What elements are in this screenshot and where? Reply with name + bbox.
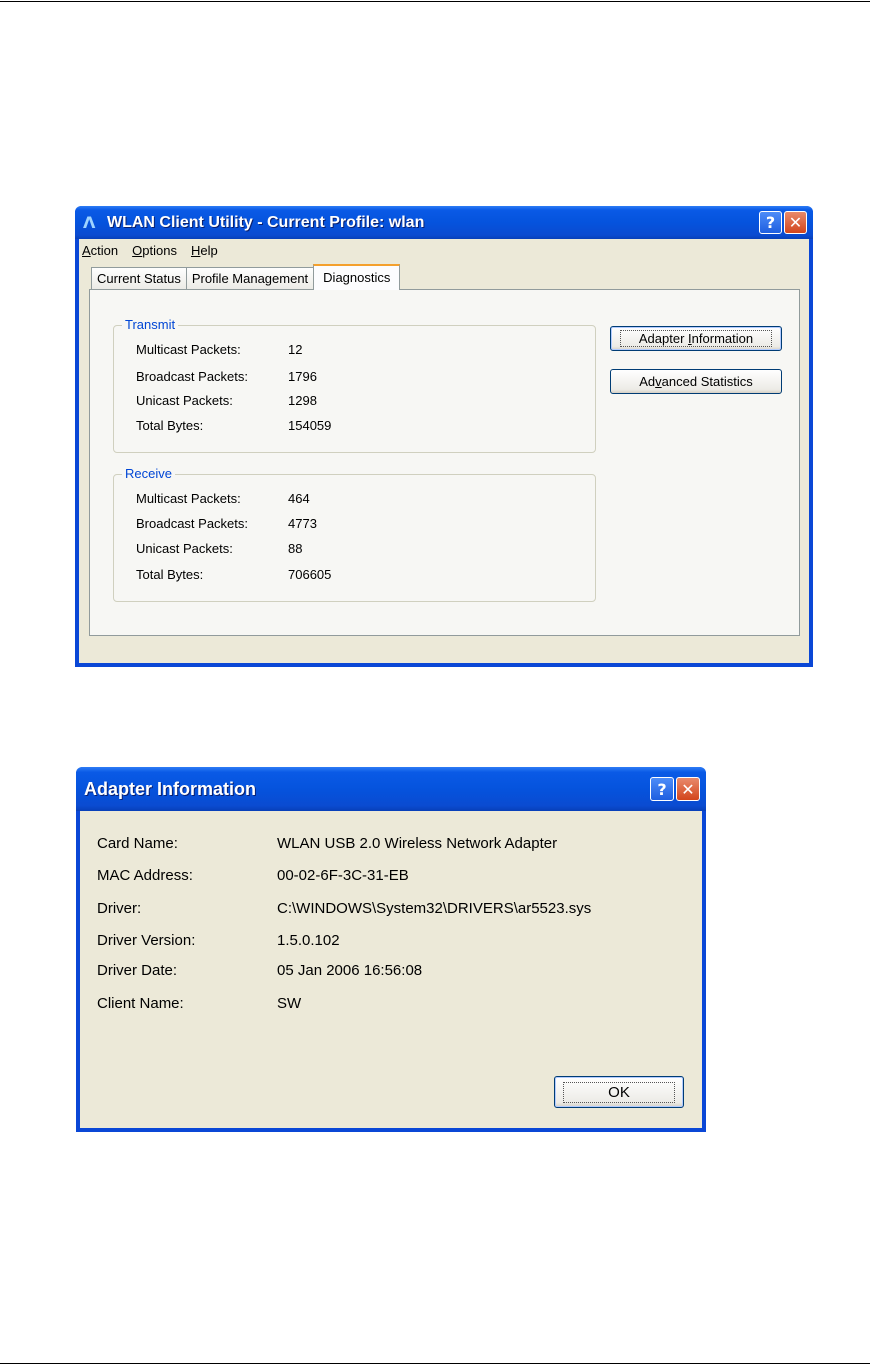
transmit-row: Unicast Packets: 1298 <box>136 393 317 408</box>
adapter-information-dialog: Adapter Information ? ✕ Card Name: WLAN U… <box>76 767 706 1132</box>
help-icon: ? <box>765 213 776 232</box>
menu-options[interactable]: Options <box>132 243 177 258</box>
ok-label: OK <box>563 1081 675 1103</box>
transmit-group-title: Transmit <box>122 317 179 333</box>
help-icon: ? <box>657 779 667 799</box>
help-button[interactable]: ? <box>759 211 782 234</box>
tab-profile-management[interactable]: Profile Management <box>185 267 315 289</box>
field-value: 706605 <box>288 567 332 582</box>
transmit-row: Total Bytes: 154059 <box>136 418 331 433</box>
info-value: SW <box>277 995 302 1012</box>
field-value: 154059 <box>288 418 332 433</box>
receive-group: Receive Multicast Packets: 464 Broadcast … <box>113 466 596 602</box>
field-label: Unicast Packets: <box>136 393 233 408</box>
tab-current-status[interactable]: Current Status <box>91 267 187 289</box>
field-label: Total Bytes: <box>136 418 204 433</box>
field-value: 12 <box>288 342 303 357</box>
close-button[interactable]: ✕ <box>784 211 807 234</box>
title-bar[interactable]: Λ WLAN Client Utility - Current Profile:… <box>75 206 813 239</box>
adapter-information-label: Adapter Information <box>619 330 773 347</box>
menu-action[interactable]: Action <box>82 243 118 258</box>
tab-strip: Current Status Profile Management Diagno… <box>91 264 401 290</box>
field-label: Total Bytes: <box>136 567 204 582</box>
dialog-title: Adapter Information <box>84 778 257 799</box>
field-label: Broadcast Packets: <box>136 516 248 531</box>
receive-group-title: Receive <box>122 466 175 482</box>
transmit-group: Transmit Multicast Packets: 12 Broadcast … <box>113 317 596 453</box>
field-value: 88 <box>288 541 303 556</box>
page-top-rule <box>0 1 870 2</box>
field-value: 1298 <box>288 393 317 408</box>
receive-row: Broadcast Packets: 4773 <box>136 516 317 531</box>
info-row-mac-address: MAC Address: 00-02-6F-3C-31-EB <box>97 867 409 884</box>
advanced-statistics-button[interactable]: Advanced Statistics <box>610 369 782 394</box>
info-value: 05 Jan 2006 16:56:08 <box>277 962 423 979</box>
field-label: Multicast Packets: <box>136 342 241 357</box>
field-label: Unicast Packets: <box>136 541 233 556</box>
info-row-client-name: Client Name: SW <box>97 995 301 1012</box>
receive-row: Total Bytes: 706605 <box>136 567 331 582</box>
field-value: 1796 <box>288 369 317 384</box>
dialog-help-button[interactable]: ? <box>650 777 674 801</box>
advanced-statistics-label: Advanced Statistics <box>639 374 753 389</box>
receive-row: Multicast Packets: 464 <box>136 491 310 506</box>
info-label: Driver: <box>97 900 142 917</box>
field-value: 4773 <box>288 516 317 531</box>
info-value: C:\WINDOWS\System32\DRIVERS\ar5523.sys <box>277 900 592 917</box>
info-value: 1.5.0.102 <box>277 932 340 949</box>
info-row-driver-version: Driver Version: 1.5.0.102 <box>97 932 340 949</box>
menu-help[interactable]: Help <box>191 243 218 258</box>
info-label: Driver Date: <box>97 962 178 979</box>
menu-bar: Action Options Help <box>79 239 809 261</box>
window-client-area: Action Options Help Current Status Profi… <box>79 239 809 663</box>
info-label: Driver Version: <box>97 932 196 949</box>
receive-row: Unicast Packets: 88 <box>136 541 302 556</box>
info-value: 00-02-6F-3C-31-EB <box>277 867 409 884</box>
field-value: 464 <box>288 491 310 506</box>
info-row-card-name: Card Name: WLAN USB 2.0 Wireless Network … <box>97 835 557 852</box>
diagnostics-panel: Transmit Multicast Packets: 12 Broadcast … <box>89 289 800 636</box>
info-label: MAC Address: <box>97 867 193 884</box>
window-title: WLAN Client Utility - Current Profile: w… <box>107 213 425 231</box>
info-value: WLAN USB 2.0 Wireless Network Adapter <box>277 835 558 852</box>
close-icon: ✕ <box>681 779 695 799</box>
info-label: Card Name: <box>97 835 178 852</box>
app-logo-icon: Λ <box>83 213 96 232</box>
field-label: Broadcast Packets: <box>136 369 248 384</box>
dialog-close-button[interactable]: ✕ <box>676 777 700 801</box>
close-icon: ✕ <box>788 213 803 232</box>
info-label: Client Name: <box>97 995 184 1012</box>
info-row-driver-date: Driver Date: 05 Jan 2006 16:56:08 <box>97 962 422 979</box>
wlan-client-utility-window: Λ WLAN Client Utility - Current Profile:… <box>75 206 813 667</box>
transmit-row: Multicast Packets: 12 <box>136 342 302 357</box>
page-bottom-rule <box>0 1363 870 1364</box>
dialog-title-bar[interactable]: Adapter Information ? ✕ <box>76 767 706 811</box>
transmit-row: Broadcast Packets: 1796 <box>136 369 317 384</box>
dialog-client-area: Card Name: WLAN USB 2.0 Wireless Network … <box>80 811 702 1128</box>
tab-diagnostics[interactable]: Diagnostics <box>313 264 401 290</box>
adapter-information-button[interactable]: Adapter Information <box>610 326 782 351</box>
ok-button[interactable]: OK <box>554 1076 684 1108</box>
info-row-driver: Driver: C:\WINDOWS\System32\DRIVERS\ar552… <box>97 900 591 917</box>
field-label: Multicast Packets: <box>136 491 241 506</box>
